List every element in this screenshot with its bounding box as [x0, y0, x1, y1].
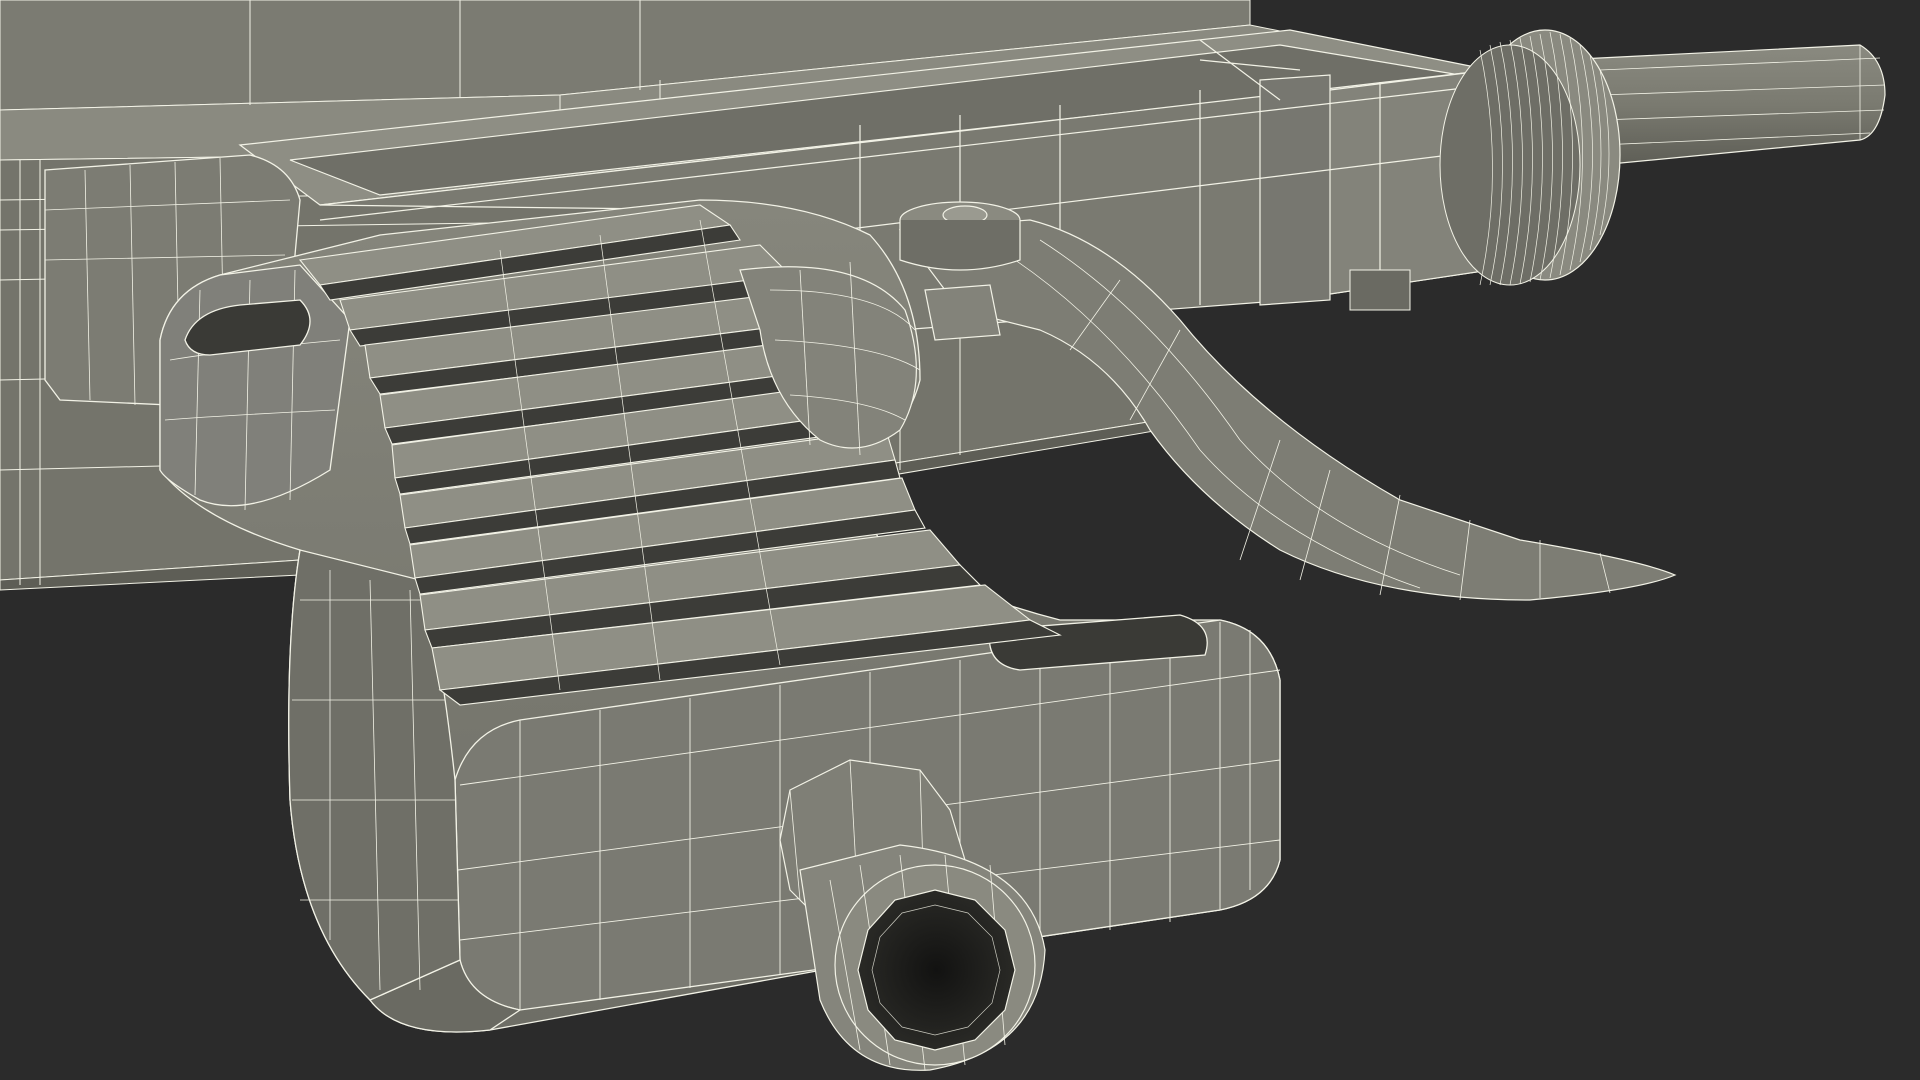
wireframe-render — [0, 0, 1886, 1071]
render-viewport — [0, 0, 1920, 1080]
